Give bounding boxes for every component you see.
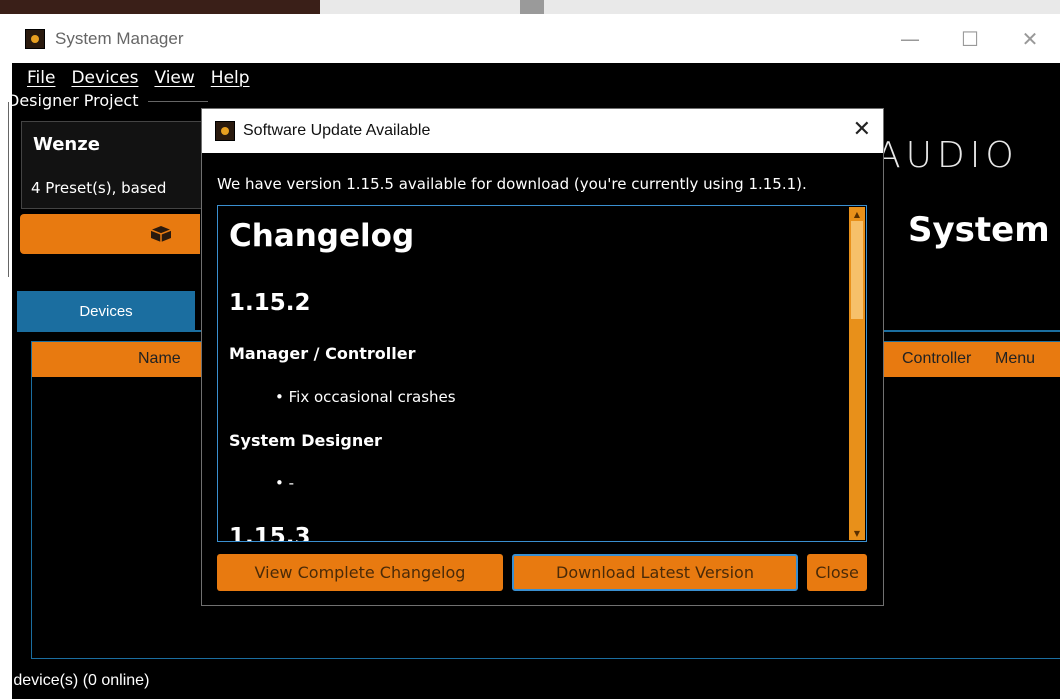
dialog-close-icon[interactable]: ✕: [853, 117, 871, 142]
background-strip-mid: [520, 0, 544, 14]
scrollbar-thumb[interactable]: [851, 221, 863, 319]
app-icon: [25, 28, 45, 49]
background-edge: [0, 300, 12, 699]
dialog-title: Software Update Available: [243, 122, 431, 139]
background-strip-dark: [0, 0, 320, 14]
close-button[interactable]: Close: [807, 554, 867, 591]
download-latest-version-button[interactable]: Download Latest Version: [512, 554, 798, 591]
background-strip: [0, 0, 1060, 14]
tab-devices[interactable]: Devices: [17, 291, 195, 331]
scroll-up-icon[interactable]: ▲: [849, 207, 865, 221]
changelog-bullet: • -: [275, 474, 295, 492]
window-controls: — ☐ ✕: [880, 14, 1060, 63]
menu-view[interactable]: View: [154, 68, 194, 88]
scroll-down-icon[interactable]: ▼: [849, 526, 865, 540]
maximize-button[interactable]: ☐: [940, 14, 1000, 63]
changelog-version-heading: 1.15.2: [229, 290, 311, 316]
package-icon: [150, 226, 172, 242]
column-header-controller[interactable]: Controller: [902, 350, 971, 368]
project-description: 4 Preset(s), based: [31, 179, 167, 197]
menu-bar: File Devices View Help: [12, 63, 1060, 93]
brand-audio-text: AUDIO: [876, 135, 1019, 176]
changelog-section-heading: System Designer: [229, 431, 382, 450]
view-complete-changelog-button[interactable]: View Complete Changelog: [217, 554, 503, 591]
menu-file[interactable]: File: [27, 68, 55, 88]
window-titlebar[interactable]: System Manager — ☐ ✕: [12, 14, 1060, 63]
software-update-dialog: Software Update Available ✕ We have vers…: [201, 108, 884, 606]
changelog-title: Changelog: [229, 218, 415, 254]
status-bar: 0 device(s) (0 online): [0, 672, 150, 689]
menu-devices[interactable]: Devices: [71, 68, 138, 88]
changelog-view[interactable]: Changelog 1.15.2 Manager / Controller • …: [217, 205, 867, 542]
window-title: System Manager: [55, 28, 184, 48]
menu-help[interactable]: Help: [211, 68, 250, 88]
dialog-titlebar[interactable]: Software Update Available ✕: [202, 109, 883, 153]
minimize-button[interactable]: —: [880, 14, 940, 63]
column-header-name[interactable]: Name: [138, 350, 181, 368]
close-window-button[interactable]: ✕: [1000, 14, 1060, 63]
project-card[interactable]: Wenze 4 Preset(s), based: [21, 121, 202, 209]
open-project-button[interactable]: [20, 214, 200, 254]
dialog-app-icon: [215, 121, 235, 141]
changelog-bullet: • Fix occasional crashes: [275, 388, 456, 406]
column-header-menu[interactable]: Menu: [995, 350, 1035, 368]
changelog-scrollbar[interactable]: ▲ ▼: [849, 207, 865, 540]
changelog-version-heading: 1.15.3: [229, 524, 311, 542]
project-name: Wenze: [33, 134, 100, 155]
brand-system-text: System: [908, 210, 1050, 250]
changelog-section-heading: Manager / Controller: [229, 344, 416, 363]
update-message: We have version 1.15.5 available for dow…: [217, 175, 807, 193]
